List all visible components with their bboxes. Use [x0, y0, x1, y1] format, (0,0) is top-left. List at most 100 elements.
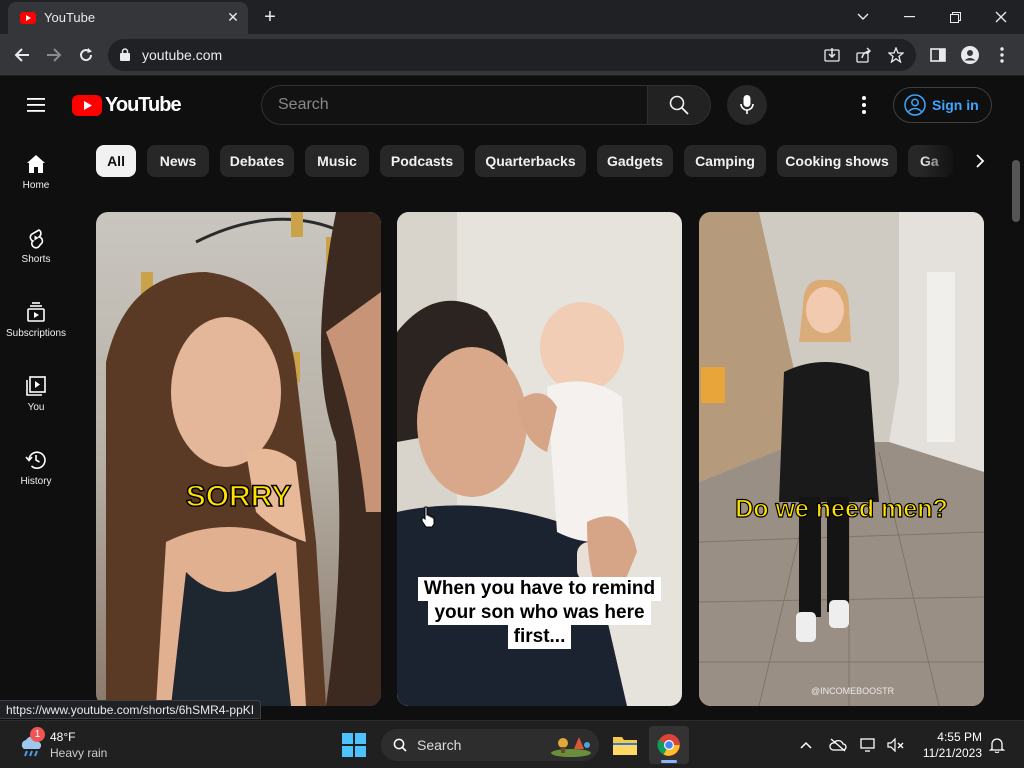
- chips-next-chevron-icon[interactable]: [964, 145, 996, 177]
- chip-gadgets[interactable]: Gadgets: [597, 145, 673, 177]
- cloud-offline-icon[interactable]: [828, 735, 848, 755]
- search-highlight-icon: [551, 737, 591, 757]
- sidebar-item-label: Shorts: [21, 254, 51, 265]
- back-arrow-icon[interactable]: [8, 41, 36, 69]
- chrome-menu-icon[interactable]: [988, 41, 1016, 69]
- weather-widget[interactable]: 1 48°F Heavy rain: [14, 727, 124, 761]
- lock-icon: [120, 48, 130, 61]
- chip-music[interactable]: Music: [305, 145, 369, 177]
- shorts-icon: [29, 229, 44, 249]
- short-card-3[interactable]: Do we need men? @INCOMEBOOSTR: [699, 212, 984, 706]
- youtube-favicon-icon: [20, 12, 36, 24]
- search-button[interactable]: [647, 85, 711, 125]
- install-app-icon[interactable]: [818, 41, 846, 69]
- sidebar-item-label: History: [20, 476, 52, 487]
- settings-more-icon[interactable]: [852, 93, 876, 117]
- url-text: youtube.com: [142, 47, 223, 63]
- search-icon: [393, 738, 407, 752]
- chip-quarterbacks[interactable]: Quarterbacks: [475, 145, 586, 177]
- clock-time: 4:55 PM: [937, 730, 982, 744]
- chip-camping[interactable]: Camping: [684, 145, 766, 177]
- chip-debates[interactable]: Debates: [220, 145, 294, 177]
- taskbar-search-label: Search: [417, 737, 462, 753]
- sign-in-button[interactable]: Sign in: [893, 87, 992, 123]
- short-caption: SORRY: [185, 479, 292, 514]
- browser-toolbar: youtube.com: [0, 34, 1024, 76]
- file-explorer-taskbar-button[interactable]: [605, 726, 645, 764]
- forward-arrow-icon[interactable]: [40, 41, 68, 69]
- short-watermark: @INCOMEBOOSTR: [811, 686, 895, 696]
- notifications-bell-icon[interactable]: [987, 735, 1007, 755]
- chrome-icon: [657, 734, 680, 756]
- short-card-2[interactable]: When you have to remind your son who was…: [397, 212, 682, 706]
- short-card-1[interactable]: SORRY: [96, 212, 381, 706]
- taskbar-clock[interactable]: 4:55 PM 11/21/2023: [916, 729, 982, 761]
- weather-condition: Heavy rain: [50, 746, 108, 760]
- network-icon[interactable]: [859, 735, 879, 755]
- sidebar-item-shorts[interactable]: Shorts: [0, 207, 72, 277]
- clock-date: 11/21/2023: [922, 746, 982, 760]
- sidebar-item-label: Home: [22, 180, 50, 191]
- mini-guide-sidebar: Home Shorts Subscriptions You History: [0, 133, 72, 703]
- reload-icon[interactable]: [72, 41, 100, 69]
- search-box[interactable]: [261, 85, 647, 125]
- sidebar-item-label: Subscriptions: [5, 328, 67, 339]
- new-tab-plus-icon[interactable]: +: [258, 5, 282, 29]
- search-input[interactable]: [278, 96, 628, 114]
- history-icon: [25, 451, 46, 469]
- chrome-taskbar-button[interactable]: [649, 726, 689, 764]
- windows-logo-icon: [342, 733, 366, 757]
- youtube-masthead: YouTube Sign in: [0, 77, 1024, 133]
- sidebar-item-subscriptions[interactable]: Subscriptions: [0, 281, 72, 351]
- youtube-logo-text: YouTube: [105, 93, 182, 116]
- chip-cooking-shows[interactable]: Cooking shows: [777, 145, 897, 177]
- active-app-indicator: [661, 760, 677, 763]
- hand-cursor-icon: [421, 506, 435, 528]
- show-hidden-icons-chevron-icon[interactable]: [796, 735, 816, 755]
- page-scrollbar[interactable]: [1012, 160, 1020, 222]
- browser-tab[interactable]: YouTube ✕: [8, 2, 248, 34]
- tab-title: YouTube: [44, 10, 96, 25]
- minimize-icon[interactable]: [886, 0, 932, 34]
- microphone-icon: [740, 95, 754, 114]
- short-caption: Do we need men?: [735, 494, 949, 523]
- restore-icon[interactable]: [932, 0, 978, 34]
- close-window-icon[interactable]: [978, 0, 1024, 34]
- bookmark-star-icon[interactable]: [882, 41, 910, 69]
- short-thumbnail-couple: [96, 212, 381, 706]
- browser-tab-strip: YouTube ✕ +: [0, 0, 1024, 34]
- you-library-icon: [26, 376, 46, 396]
- guide-menu-icon[interactable]: [24, 93, 48, 117]
- short-thumbnail-street: [699, 212, 984, 706]
- sidebar-item-history[interactable]: History: [0, 429, 72, 499]
- address-bar[interactable]: youtube.com: [108, 39, 916, 71]
- link-status-bubble: https://www.youtube.com/shorts/6hSMR4-pp…: [0, 700, 262, 719]
- side-panel-icon[interactable]: [924, 41, 952, 69]
- sidebar-item-label: You: [27, 402, 45, 413]
- share-icon[interactable]: [850, 41, 878, 69]
- weather-temperature: 48°F: [50, 730, 76, 744]
- chips-fade: [920, 145, 960, 177]
- voice-search-button[interactable]: [727, 85, 767, 125]
- tab-close-icon[interactable]: ✕: [224, 8, 242, 26]
- sidebar-item-home[interactable]: Home: [0, 133, 72, 203]
- search-icon: [669, 95, 689, 115]
- windows-taskbar: 1 48°F Heavy rain Search 4:55 PM 11/21/2…: [0, 720, 1024, 768]
- youtube-logo[interactable]: YouTube: [72, 93, 182, 116]
- chip-podcasts[interactable]: Podcasts: [380, 145, 464, 177]
- subscriptions-icon: [27, 302, 45, 322]
- taskbar-search-box[interactable]: Search: [381, 729, 599, 761]
- youtube-play-logo-icon: [72, 94, 102, 116]
- volume-muted-icon[interactable]: [886, 735, 906, 755]
- short-caption: When you have to remind your son who was…: [397, 577, 682, 649]
- chip-news[interactable]: News: [147, 145, 209, 177]
- account-circle-icon: [904, 94, 926, 116]
- sign-in-label: Sign in: [932, 97, 979, 113]
- profile-icon[interactable]: [956, 41, 984, 69]
- tab-search-chevron-icon[interactable]: [840, 0, 886, 34]
- sidebar-item-you[interactable]: You: [0, 355, 72, 425]
- folder-icon: [613, 737, 637, 755]
- windows-start-button[interactable]: [342, 733, 366, 757]
- chip-all[interactable]: All: [96, 145, 136, 177]
- home-icon: [27, 155, 45, 173]
